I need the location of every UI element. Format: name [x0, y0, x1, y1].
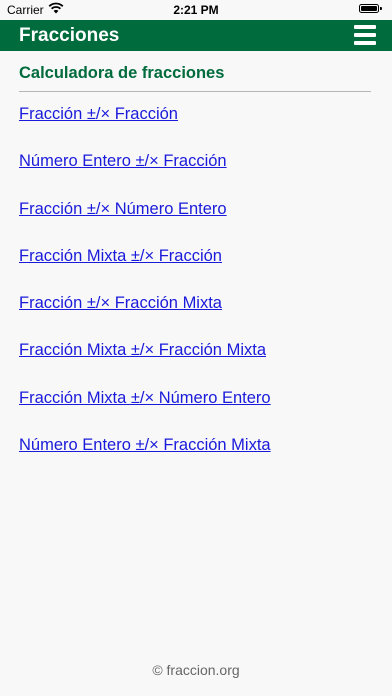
list-item: Fracción Mixta ±/× Número Entero: [19, 388, 371, 435]
list-item: Fracción ±/× Número Entero: [19, 199, 371, 246]
list-item: Fracción Mixta ±/× Fracción Mixta: [19, 340, 371, 387]
link-mixta-entero[interactable]: Fracción Mixta ±/× Número Entero: [19, 388, 271, 408]
list-item: Número Entero ±/× Fracción: [19, 151, 371, 198]
link-fraccion-mixta[interactable]: Fracción ±/× Fracción Mixta: [19, 293, 222, 313]
footer-copyright: © fraccion.org: [152, 662, 240, 678]
battery-icon: [359, 4, 382, 13]
list-item: Número Entero ±/× Fracción Mixta: [19, 435, 371, 482]
link-fraccion-fraccion[interactable]: Fracción ±/× Fracción: [19, 104, 178, 124]
link-entero-fraccion[interactable]: Número Entero ±/× Fracción: [19, 151, 227, 171]
link-mixta-mixta[interactable]: Fracción Mixta ±/× Fracción Mixta: [19, 340, 266, 360]
clock-time: 2:21 PM: [173, 3, 219, 17]
app-title: Fracciones: [19, 25, 120, 46]
link-mixta-fraccion[interactable]: Fracción Mixta ±/× Fracción: [19, 246, 222, 266]
list-item: Fracción ±/× Fracción Mixta: [19, 293, 371, 340]
app-header: Fracciones: [0, 20, 392, 51]
link-fraccion-entero[interactable]: Fracción ±/× Número Entero: [19, 199, 227, 219]
link-entero-mixta[interactable]: Número Entero ±/× Fracción Mixta: [19, 435, 271, 455]
status-bar: Carrier 2:21 PM: [0, 0, 392, 20]
list-item: Fracción ±/× Fracción: [19, 104, 371, 151]
page-title: Calculadora de fracciones: [19, 64, 225, 82]
list-item: Fracción Mixta ±/× Fracción: [19, 246, 371, 293]
divider: [19, 91, 371, 92]
main-content: Calculadora de fracciones Fracción ±/× F…: [19, 51, 371, 482]
hamburger-menu-icon[interactable]: [354, 25, 376, 45]
calculator-link-list: Fracción ±/× Fracción Número Entero ±/× …: [19, 104, 371, 482]
